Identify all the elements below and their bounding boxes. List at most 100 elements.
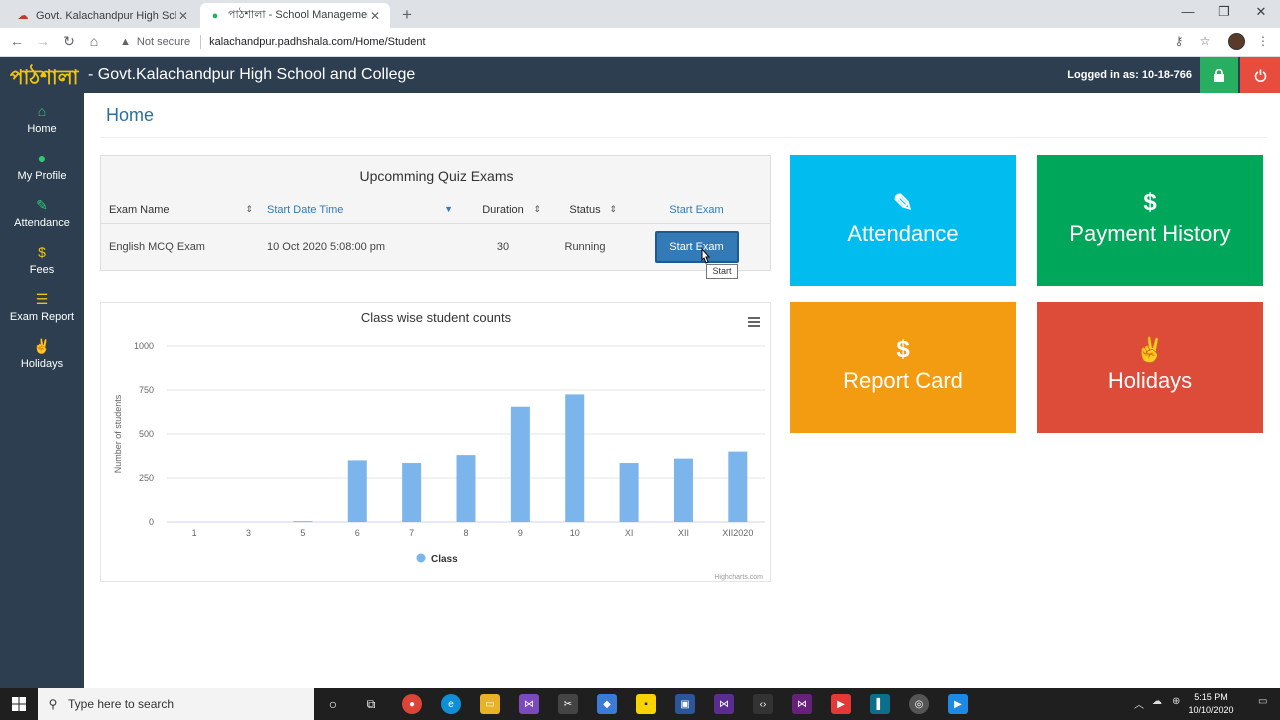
- edit-icon: ✎: [36, 197, 48, 213]
- sidebar-item-holidays[interactable]: ✌ Holidays: [0, 336, 84, 382]
- code-icon[interactable]: ‹›: [753, 694, 773, 714]
- peace-icon: ✌: [33, 338, 51, 354]
- chart-menu-icon[interactable]: [748, 317, 760, 327]
- logout-button[interactable]: [1240, 57, 1280, 93]
- network-icon[interactable]: ☁: [1152, 696, 1162, 707]
- legend-marker: [416, 553, 426, 563]
- start-button[interactable]: [0, 688, 38, 720]
- lock-icon: [1214, 68, 1224, 82]
- cortana-icon[interactable]: ○: [323, 694, 343, 714]
- x-tick-label: XI: [625, 528, 634, 538]
- dollar-icon: $: [1143, 189, 1157, 216]
- quiz-panel-title: Upcomming Quiz Exams: [359, 168, 514, 184]
- home-icon[interactable]: ⌂: [85, 33, 103, 49]
- taskbar-search-input[interactable]: ⚲ Type here to search: [38, 688, 314, 720]
- security-label: Not secure: [136, 36, 191, 48]
- back-icon[interactable]: ←: [8, 33, 26, 49]
- tab-close-icon[interactable]: ✕: [368, 9, 382, 23]
- x-tick-label: 1: [192, 528, 197, 538]
- tile-label: Payment History: [1069, 221, 1231, 246]
- sticky-notes-icon[interactable]: ▪: [636, 694, 656, 714]
- bar-chart: Class wise student counts 0 250 500 750 1000 N…: [113, 310, 765, 581]
- column-header-exam-name[interactable]: Exam Name ⇕: [101, 197, 259, 224]
- tools-icon[interactable]: ✂: [558, 694, 578, 714]
- chart-bar: [402, 463, 422, 522]
- search-icon: ⚲: [48, 697, 58, 711]
- window-close-icon[interactable]: ✕: [1251, 4, 1271, 20]
- chart-bar: [456, 455, 476, 522]
- column-header-status[interactable]: Status ⇕: [547, 197, 623, 224]
- reload-icon[interactable]: ↻: [60, 33, 78, 50]
- y-axis-label: Number of students: [113, 394, 123, 473]
- sidebar-item-my-profile[interactable]: ● My Profile: [0, 148, 84, 194]
- start-exam-button[interactable]: Start Exam: [654, 231, 739, 264]
- key-icon[interactable]: ⚷: [1171, 34, 1187, 48]
- quiz-table: Exam Name ⇕ Start Date Time ▼ Duration ⇕ St…: [101, 197, 770, 271]
- column-header-start-date-time[interactable]: Start Date Time ▼: [259, 197, 459, 224]
- edge-icon[interactable]: e: [441, 694, 461, 714]
- notification-icon[interactable]: ▭: [1258, 696, 1267, 707]
- visual-studio-icon[interactable]: ⋈: [714, 694, 734, 714]
- visual-studio-icon[interactable]: ⋈: [519, 694, 539, 714]
- chart-credits: Highcharts.com: [714, 574, 763, 581]
- visual-studio-icon[interactable]: ⋈: [792, 694, 812, 714]
- minimize-icon[interactable]: —: [1178, 4, 1198, 19]
- warning-icon: ▲: [120, 36, 131, 48]
- quiz-panel: Upcomming Quiz Exams Exam Name ⇕ Start Da…: [100, 155, 771, 271]
- profile-avatar[interactable]: [1228, 33, 1245, 50]
- media-icon[interactable]: ▶: [831, 694, 851, 714]
- recorder-icon[interactable]: ▶: [948, 694, 968, 714]
- exam-name-cell: English MCQ Exam: [109, 241, 205, 254]
- peace-icon: ✌: [1135, 337, 1165, 364]
- column-header-duration[interactable]: Duration ⇕: [459, 197, 547, 224]
- url-text: kalachandpur.padhshala.com/Home/Student: [209, 36, 426, 48]
- sidebar-item-home[interactable]: ⌂ Home: [0, 101, 84, 147]
- divider: [100, 137, 1266, 138]
- sort-desc-icon: ▼: [444, 204, 453, 214]
- tile-payment-history[interactable]: $ Payment History: [1037, 155, 1263, 286]
- sidebar-item-fees[interactable]: $ Fees: [0, 242, 84, 288]
- restore-icon[interactable]: ❐: [1214, 4, 1234, 20]
- sidebar-item-label: Exam Report: [9, 311, 75, 323]
- taskbar-clock[interactable]: 5:15 PM 10/10/2020: [1180, 691, 1242, 717]
- lock-button[interactable]: [1200, 57, 1238, 93]
- chart-bar: [619, 463, 639, 522]
- tile-label: Report Card: [843, 368, 963, 393]
- search-placeholder: Type here to search: [68, 697, 175, 711]
- tab-close-icon[interactable]: ✕: [176, 9, 190, 23]
- start-date-cell: 10 Oct 2020 5:08:00 pm: [267, 241, 386, 254]
- browser-tab-1[interactable]: ☁ Govt. Kalachandpur High School ✕: [8, 3, 198, 28]
- star-icon[interactable]: ☆: [1197, 34, 1213, 48]
- app-icon[interactable]: ▌: [870, 694, 890, 714]
- tab-favicon-icon: ☁: [17, 10, 29, 22]
- sidebar-item-attendance[interactable]: ✎ Attendance: [0, 195, 84, 241]
- tile-holidays[interactable]: ✌ Holidays: [1037, 302, 1263, 433]
- forward-icon[interactable]: →: [34, 33, 52, 49]
- address-bar[interactable]: ▲ Not secure kalachandpur.padhshala.com/…: [112, 30, 1222, 54]
- sidebar-item-exam-report[interactable]: ☰ Exam Report: [0, 289, 84, 335]
- chart-bar: [510, 406, 530, 522]
- brand-logo[interactable]: পাঠশালা: [10, 63, 78, 96]
- app-icon[interactable]: ▣: [675, 694, 695, 714]
- x-tick-label: 5: [300, 528, 305, 538]
- legend-label: Class: [431, 554, 458, 565]
- x-tick-label: 6: [355, 528, 360, 538]
- tile-label: Holidays: [1107, 368, 1193, 393]
- new-tab-icon[interactable]: +: [398, 5, 416, 25]
- app-icon[interactable]: ◆: [597, 694, 617, 714]
- tile-report-card[interactable]: $ Report Card: [790, 302, 1016, 433]
- chart-bar: [565, 394, 585, 522]
- y-tick-label: 1000: [134, 341, 154, 351]
- browser-tab-2[interactable]: ● পাঠশালা - School Management S ✕: [200, 3, 390, 28]
- tile-label: Attendance: [847, 221, 959, 246]
- task-view-icon[interactable]: ⧉: [361, 694, 381, 714]
- tray-chevron-icon[interactable]: ︿: [1134, 696, 1144, 711]
- chrome-icon[interactable]: ●: [402, 694, 422, 714]
- tab-title: পাঠশালা - School Management S: [228, 9, 368, 21]
- file-explorer-icon[interactable]: ▭: [480, 694, 500, 714]
- logged-in-label: Logged in as: 10-18-766: [1067, 69, 1192, 81]
- tile-attendance[interactable]: ✎ Attendance: [790, 155, 1016, 286]
- sidebar-item-label: Holidays: [20, 358, 64, 370]
- menu-dots-icon[interactable]: ⋮: [1255, 34, 1271, 48]
- app-icon[interactable]: ◎: [909, 694, 929, 714]
